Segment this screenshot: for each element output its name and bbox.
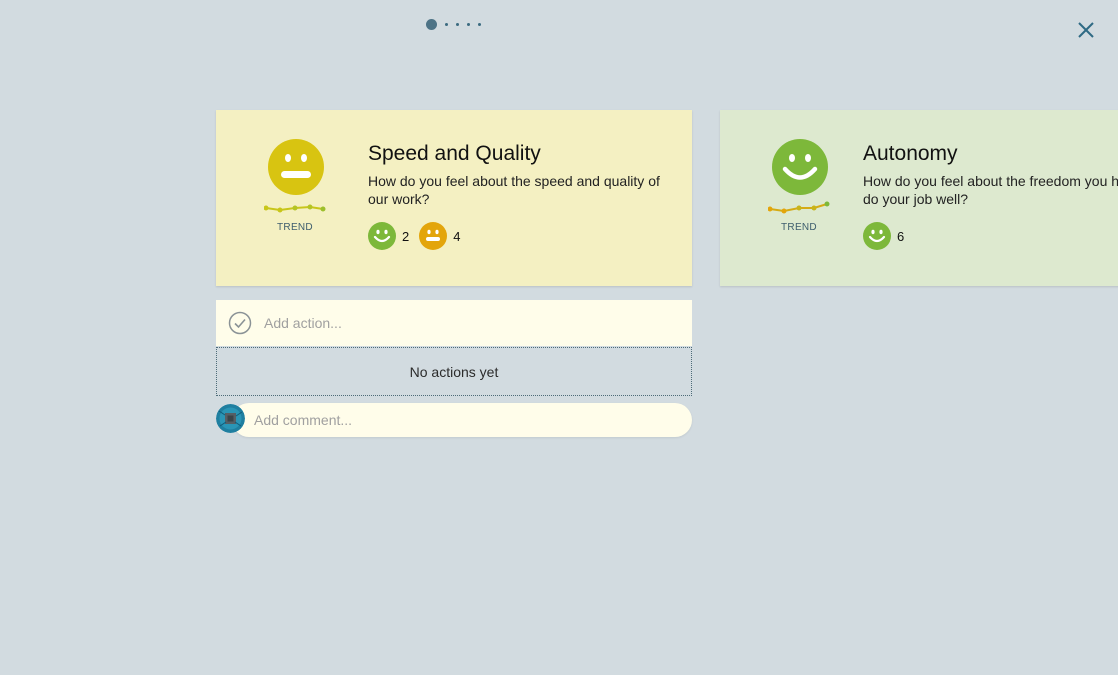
card-question: How do you feel about the freedom you ha… — [863, 173, 1118, 207]
pager-dot-4[interactable] — [467, 23, 470, 26]
trend-sparkline[interactable] — [767, 201, 830, 215]
retrospective-view: TREND Speed and Quality How do you feel … — [0, 0, 1118, 675]
smiley-yellow-icon — [268, 139, 324, 195]
face-column: TREND — [767, 138, 830, 233]
health-card-autonomy[interactable]: TREND Autonomy How do you feel about the… — [720, 110, 1118, 286]
happy-green-icon — [863, 222, 891, 250]
vote-happy: 2 — [368, 222, 409, 250]
add-comment-input[interactable] — [252, 411, 676, 429]
vote-count: 4 — [453, 228, 461, 244]
vote-happy: 6 — [863, 222, 904, 250]
actions-empty-state: No actions yet — [216, 347, 692, 396]
avatar-image-icon — [216, 404, 245, 433]
pager-dot-1[interactable] — [426, 19, 437, 30]
card-body: Autonomy How do you feel about the freed… — [863, 142, 1118, 250]
vote-count: 6 — [897, 228, 905, 244]
vote-summary: 6 — [863, 222, 1118, 250]
avatar — [216, 404, 245, 433]
pager-dot-2[interactable] — [445, 23, 448, 26]
trend-label: TREND — [781, 222, 817, 233]
pager-dots — [426, 19, 481, 30]
trend-label: TREND — [277, 222, 313, 233]
add-action-box — [216, 300, 692, 346]
happy-green-icon — [368, 222, 396, 250]
health-card-speed-quality[interactable]: TREND Speed and Quality How do you feel … — [216, 110, 692, 286]
check-circle-icon[interactable] — [228, 311, 252, 335]
vote-summary: 2 4 — [368, 222, 678, 250]
neutral-orange-icon — [419, 222, 448, 250]
close-icon — [1078, 22, 1094, 38]
vote-count: 2 — [402, 228, 410, 244]
comment-field[interactable] — [232, 403, 692, 437]
pager-dot-5[interactable] — [478, 23, 481, 26]
trend-sparkline[interactable] — [263, 201, 326, 215]
comment-row — [216, 403, 692, 437]
face-column: TREND — [263, 138, 326, 233]
pager-dot-3[interactable] — [456, 23, 459, 26]
add-action-input[interactable] — [262, 314, 666, 332]
vote-neutral: 4 — [419, 222, 460, 250]
card-title: Speed and Quality — [368, 142, 541, 165]
card-question: How do you feel about the speed and qual… — [368, 173, 660, 207]
smiley-green-icon — [772, 139, 828, 195]
close-button[interactable] — [1074, 18, 1098, 42]
card-body: Speed and Quality How do you feel about … — [368, 142, 678, 250]
card-title: Autonomy — [863, 142, 958, 165]
